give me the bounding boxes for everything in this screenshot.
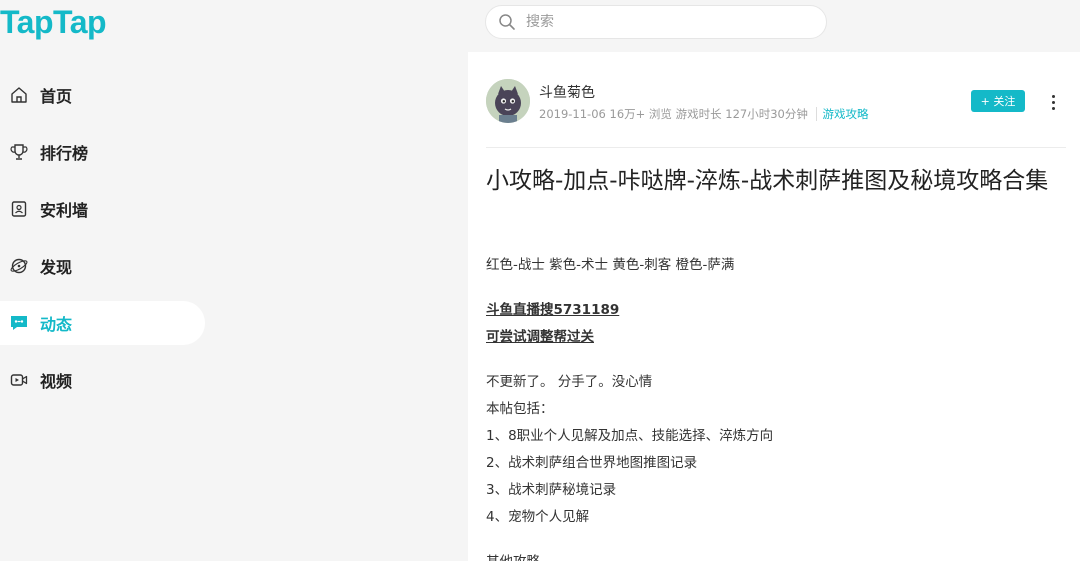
- post-meta: 2019-11-06 16万+ 浏览 游戏时长 127小时30分钟 游戏攻略: [539, 106, 869, 122]
- sidebar-item-label: 动态: [40, 315, 73, 334]
- post-card: 斗鱼菊色 2019-11-06 16万+ 浏览 游戏时长 127小时30分钟 游…: [468, 52, 1080, 561]
- divider: [486, 147, 1066, 148]
- chat-bubble-icon: [8, 312, 30, 334]
- post-body-bold-link: 可尝试调整帮过关: [486, 329, 594, 345]
- avatar[interactable]: [486, 79, 530, 123]
- sidebar-item-label: 排行榜: [40, 144, 89, 163]
- post-body-line: 其他攻略: [486, 549, 1056, 561]
- sidebar-item-feed[interactable]: 动态: [0, 301, 205, 345]
- taptap-logo[interactable]: TapTap: [0, 0, 107, 44]
- sidebar-item-recommend-wall[interactable]: 安利墙: [0, 187, 205, 231]
- list-item: 3、战术刺萨秘境记录: [486, 482, 617, 498]
- post-date: 2019-11-06: [539, 107, 606, 121]
- sidebar-item-ranking[interactable]: 排行榜: [0, 130, 205, 174]
- sidebar-item-label: 视频: [40, 372, 73, 391]
- sidebar-item-label: 发现: [40, 258, 73, 277]
- discover-icon: [8, 255, 30, 277]
- sidebar-item-discover[interactable]: 发现: [0, 244, 205, 288]
- sidebar-nav: 首页 排行榜 安利墙 发现 动态 视频: [0, 73, 205, 415]
- post-body-line: 不更新了。 分手了。没心情: [486, 374, 653, 390]
- trophy-icon: [8, 141, 30, 163]
- author-name[interactable]: 斗鱼菊色: [539, 82, 595, 102]
- post-title: 小攻略-加点-咔哒牌-淬炼-战术刺萨推图及秘境攻略合集: [486, 168, 1049, 194]
- more-options-icon[interactable]: [1046, 90, 1060, 114]
- post-body-bold-link: 斗鱼直播搜5731189: [486, 302, 620, 318]
- sidebar-item-label: 首页: [40, 87, 73, 106]
- sidebar-item-video[interactable]: 视频: [0, 358, 205, 402]
- sidebar-item-home[interactable]: 首页: [0, 73, 205, 117]
- sidebar-item-label: 安利墙: [40, 201, 89, 220]
- post-playtime: 游戏时长 127小时30分钟: [675, 107, 808, 121]
- follow-button[interactable]: + 关注: [971, 90, 1025, 112]
- post-views: 16万+ 浏览: [609, 107, 672, 121]
- search-box[interactable]: [485, 5, 827, 39]
- post-category-tag[interactable]: 游戏攻略: [815, 107, 869, 121]
- list-item: 4、宠物个人见解: [486, 509, 590, 525]
- search-input[interactable]: [524, 13, 798, 31]
- list-item: 2、战术刺萨组合世界地图推图记录: [486, 455, 698, 471]
- home-icon: [8, 84, 30, 106]
- search-icon: [498, 13, 516, 31]
- app-root: TapTap 首页 排行榜 安利墙 发现 动态 视频 搜索 斗鱼菊色 2019-…: [0, 0, 1080, 561]
- post-body-line: 本帖包括：: [486, 401, 554, 417]
- post-body: 红色-战士 紫色-术士 黄色-刺客 橙色-萨满 斗鱼直播搜5731189 可尝试…: [486, 252, 1056, 561]
- recommend-wall-icon: [8, 198, 30, 220]
- list-item: 1、8职业个人见解及加点、技能选择、淬炼方向: [486, 428, 774, 444]
- video-icon: [8, 369, 30, 391]
- post-body-line: 红色-战士 紫色-术士 黄色-刺客 橙色-萨满: [486, 257, 735, 273]
